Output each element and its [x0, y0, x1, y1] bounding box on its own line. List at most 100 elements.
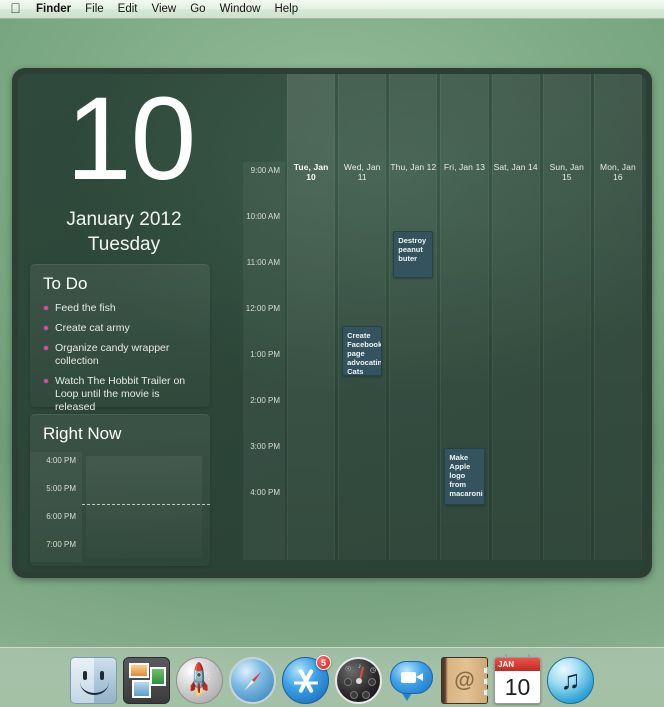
day-column-wed-jan-11[interactable]: Wed, Jan 11 Create Facebook page advocat…	[338, 74, 387, 560]
dashboard-clock-icon: ◷	[370, 667, 377, 674]
todo-item-label: Feed the fish	[55, 302, 116, 314]
finder-icon	[71, 658, 94, 703]
todo-item[interactable]: Feed the fish	[44, 302, 198, 315]
right-now-time-label: 4:00 PM	[46, 456, 76, 465]
ical-day-label: 10	[504, 673, 531, 700]
day-column-thu-jan-12[interactable]: Thu, Jan 12 Destroy peanut buter	[389, 74, 438, 560]
dashboard-frame: 10 January 2012 Tuesday To Do Feed the f…	[12, 68, 652, 578]
app-store-badge: 5	[316, 655, 331, 670]
time-label: 2:00 PM	[250, 396, 280, 405]
right-now-timeline: 4:00 PM 5:00 PM 6:00 PM 7:00 PM	[30, 452, 210, 562]
app-store-pencil	[293, 681, 318, 685]
dock-item-iphoto[interactable]	[123, 657, 170, 704]
todo-list: Feed the fish Create cat army Organize c…	[30, 302, 210, 414]
dashboard-gauge-icon: ☉	[345, 666, 352, 673]
menu-bar:  Finder File Edit View Go Window Help	[0, 0, 664, 19]
music-note-icon: ♫	[560, 664, 581, 695]
menu-item-edit[interactable]: Edit	[111, 0, 145, 19]
bullet-icon	[44, 326, 48, 330]
bullet-icon	[44, 346, 48, 350]
address-book-tab	[483, 689, 488, 696]
todo-item[interactable]: Organize candy wrapper collection	[44, 342, 198, 368]
rocket-icon: 🚀	[179, 660, 220, 701]
right-now-time-label: 5:00 PM	[46, 484, 76, 493]
dashboard-dot	[362, 691, 370, 699]
facetime-camera-body	[401, 672, 416, 683]
iphoto-icon	[129, 663, 149, 678]
menu-item-window[interactable]: Window	[213, 0, 268, 19]
time-label: 12:00 PM	[245, 304, 280, 313]
day-header: Wed, Jan 11	[343, 162, 381, 182]
dock-item-app-store[interactable]: 5	[282, 655, 331, 704]
dock-item-ical[interactable]: JAN 10	[494, 654, 541, 704]
todo-title: To Do	[43, 274, 88, 293]
dock-item-dashboard[interactable]: ☉ ♪ ◷	[335, 657, 382, 704]
day-header: Mon, Jan 16	[600, 162, 636, 182]
weekday-label: Tuesday	[87, 234, 161, 255]
menu-item-finder[interactable]: Finder	[29, 0, 78, 19]
todo-card: To Do Feed the fish Create cat army Orga…	[30, 264, 210, 413]
todo-item-label: Create cat army	[55, 322, 130, 334]
dashboard-dot	[344, 678, 352, 686]
right-now-time-label: 6:00 PM	[46, 512, 76, 521]
week-calendar: 9:00 AM 10:00 AM 11:00 AM 12:00 PM 1:00 …	[243, 74, 646, 572]
dashboard-dot	[368, 678, 376, 686]
time-label: 10:00 AM	[246, 212, 280, 221]
finder-eye-right	[100, 671, 104, 680]
dashboard-widget: 10 January 2012 Tuesday To Do Feed the f…	[18, 74, 646, 572]
dock-item-facetime[interactable]	[388, 657, 435, 704]
day-header: Thu, Jan 12	[390, 162, 437, 172]
time-label: 11:00 AM	[246, 258, 280, 267]
day-column-mon-jan-16[interactable]: Mon, Jan 16	[593, 74, 642, 560]
ical-month-label: JAN	[495, 658, 540, 671]
apple-logo-icon: 	[10, 0, 21, 16]
finder-eye-left	[83, 671, 87, 680]
current-time-indicator	[82, 504, 210, 505]
day-header: Tue, Jan 10	[293, 162, 329, 182]
right-now-time-label: 7:00 PM	[46, 540, 76, 549]
dock-item-launchpad[interactable]: 🚀	[176, 657, 223, 704]
menu-item-go[interactable]: Go	[183, 0, 212, 19]
month-year-label: January 2012	[66, 209, 182, 230]
time-label: 4:00 PM	[250, 488, 280, 497]
bullet-icon	[44, 379, 48, 383]
iphoto-photo-3	[132, 680, 151, 698]
at-sign-icon: @	[454, 668, 475, 692]
todo-item-label: Organize candy wrapper collection	[55, 342, 170, 367]
address-book-tab	[483, 678, 488, 685]
calendar-event[interactable]: Destroy peanut buter	[393, 231, 434, 278]
day-column-sat-jan-14[interactable]: Sat, Jan 14	[491, 74, 540, 560]
address-book-tab	[483, 667, 488, 674]
dock-item-safari[interactable]	[229, 657, 276, 704]
dashboard-hub	[355, 677, 362, 684]
dock-item-itunes[interactable]: ♫	[547, 657, 594, 704]
bullet-icon	[44, 306, 48, 310]
time-label: 1:00 PM	[250, 350, 280, 359]
day-column-sun-jan-15[interactable]: Sun, Jan 15	[542, 74, 591, 560]
calendar-time-axis: 9:00 AM 10:00 AM 11:00 AM 12:00 PM 1:00 …	[243, 162, 285, 560]
time-label: 9:00 AM	[250, 166, 280, 175]
right-now-time-axis: 4:00 PM 5:00 PM 6:00 PM 7:00 PM	[30, 452, 82, 562]
todo-item[interactable]: Watch The Hobbit Trailer on Loop until t…	[44, 375, 198, 414]
todo-item[interactable]: Create cat army	[44, 322, 198, 335]
iphoto-photo-2	[150, 667, 166, 686]
dock-item-address-book[interactable]: @	[441, 657, 488, 704]
calendar-event[interactable]: Make Apple logo from macaroni	[444, 448, 485, 505]
menu-item-help[interactable]: Help	[267, 0, 305, 19]
apple-menu[interactable]: 	[8, 1, 23, 16]
day-column-tue-jan-10[interactable]: Tue, Jan 10	[287, 74, 336, 560]
facetime-camera-lens	[416, 673, 423, 681]
dock-item-finder[interactable]	[70, 657, 117, 704]
right-now-card: Right Now 4:00 PM 5:00 PM 6:00 PM 7:00 P…	[30, 414, 210, 566]
day-column-fri-jan-13[interactable]: Fri, Jan 13 Make Apple logo from macaron…	[440, 74, 489, 560]
right-now-grid	[86, 456, 202, 558]
right-now-title: Right Now	[43, 424, 122, 443]
menu-item-view[interactable]: View	[145, 0, 184, 19]
dashboard-dot	[350, 691, 358, 699]
big-day-number: 10	[66, 74, 196, 205]
time-label: 3:00 PM	[250, 442, 280, 451]
menu-item-file[interactable]: File	[78, 0, 111, 19]
todo-item-label: Watch The Hobbit Trailer on Loop until t…	[55, 375, 186, 413]
dock: 🚀 5 ☉ ♪ ◷ @ JAN 10 ♫	[0, 644, 664, 704]
calendar-event[interactable]: Create Facebook page advocating Cats are…	[342, 326, 383, 376]
